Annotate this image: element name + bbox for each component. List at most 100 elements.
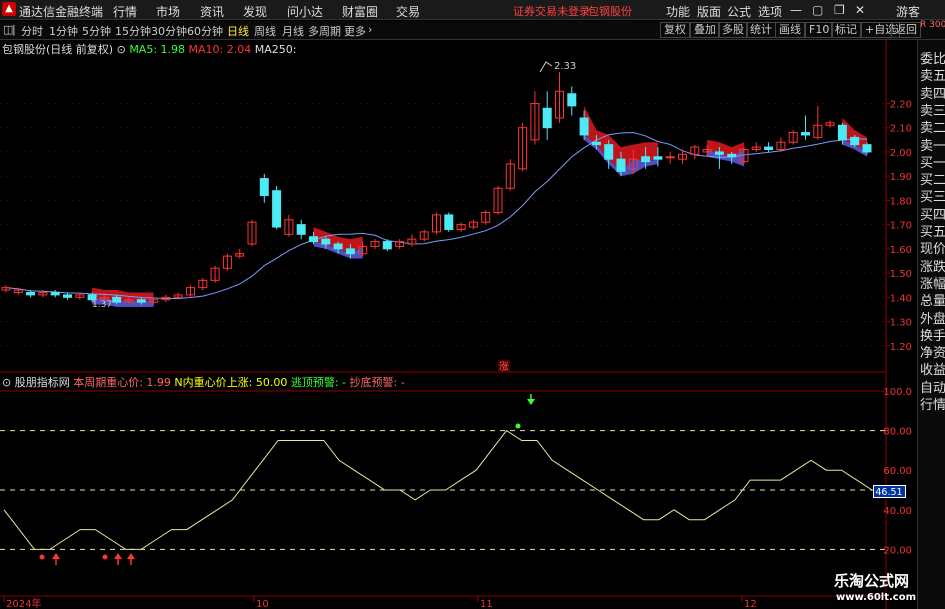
down-arrow-icon: [527, 399, 535, 405]
candle-down: [296, 224, 306, 235]
main-legend: 包钢股份(日线 前复权) ⊙ MA5: 1.98 MA10: 2.04 MA25…: [2, 41, 296, 57]
candle-down: [764, 146, 774, 150]
bottom-dot: [102, 554, 108, 560]
indicator-axis-label: 80.00: [883, 427, 912, 438]
indicator-settings-icon[interactable]: ⊙: [2, 376, 11, 389]
side-item-12[interactable]: 涨跌: [920, 256, 945, 275]
peak-label: 2.33: [554, 61, 576, 72]
indicator-axis-label: 100.0: [883, 387, 912, 398]
low-label: 1.37: [92, 300, 112, 310]
candle-down: [87, 294, 97, 301]
side-item-4[interactable]: 卖二: [920, 117, 945, 136]
candle-down: [591, 141, 601, 146]
indicator-value-2: N内重心价上涨: 50.00: [174, 376, 288, 389]
side-item-18[interactable]: 收益: [920, 359, 945, 378]
candle-down: [50, 291, 60, 296]
candle-down: [567, 93, 577, 107]
indicator-value-4: 抄底预警: -: [349, 376, 405, 389]
candle-down: [309, 236, 318, 243]
side-item-2[interactable]: 卖四: [920, 83, 945, 102]
side-item-14[interactable]: 总量: [920, 290, 945, 309]
price-axis-label: 1.30: [890, 318, 912, 329]
candle-down: [333, 243, 343, 250]
ma10-label: MA10: 2.04: [188, 43, 252, 56]
kline-chart[interactable]: 2.20 2.10 2.00 1.90 1.80 1.70 1.60 1.50 1.40 1.30…: [0, 0, 945, 609]
up-arrow-icon: [52, 553, 60, 559]
watermark: 乐淘公式网: [834, 572, 910, 590]
time-axis-label: 10: [256, 599, 269, 609]
price-axis-label: 1.60: [890, 245, 912, 256]
time-axis-label: 12: [744, 599, 757, 609]
price-axis-label: 1.90: [890, 172, 912, 183]
main-legend-title: 包钢股份(日线 前复权): [2, 43, 114, 56]
side-item-17[interactable]: 净资: [920, 342, 945, 361]
price-axis-label: 1.70: [890, 221, 912, 232]
candle-down: [63, 294, 72, 298]
side-item-8[interactable]: 买三: [920, 186, 945, 205]
candle-down: [727, 153, 737, 158]
side-item-15[interactable]: 外盘: [920, 308, 945, 327]
candle-down: [345, 248, 355, 255]
side-item-6[interactable]: 买一: [920, 152, 945, 171]
price-axis-label: 1.40: [890, 293, 912, 304]
candle-down: [542, 107, 552, 129]
candle-down: [850, 136, 860, 146]
candle-down: [272, 190, 282, 228]
indicator-legend: ⊙ 股朋指标网 本周期重心价: 1.99 N内重心价上涨: 50.00 逃顶预警…: [2, 374, 405, 390]
side-panel: R 300 委比 卖五 卖四 卖三 卖二 卖一 买一 买二 买三 买四 买五 现价 涨跌 涨幅 总量 外盘 换手…: [917, 20, 945, 609]
price-axis-label: 1.20: [890, 342, 912, 353]
side-item-20[interactable]: 行情: [920, 394, 945, 413]
candle-down: [837, 124, 847, 141]
candle-down: [444, 214, 454, 230]
bottom-dot: [39, 554, 45, 560]
side-item-16[interactable]: 换手: [920, 325, 945, 344]
side-item-19[interactable]: 自动: [920, 377, 945, 396]
candle-down: [259, 178, 269, 197]
candle-down: [862, 144, 872, 153]
up-arrow-icon: [114, 553, 122, 559]
candle-down: [653, 156, 663, 160]
candle-down: [26, 291, 36, 296]
side-item-1[interactable]: 卖五: [920, 65, 945, 84]
peak-marker: [539, 61, 553, 73]
price-axis-label: 2.20: [890, 99, 912, 110]
watermark-url: www.60lt.com: [836, 592, 917, 603]
zhang-label: 涨: [499, 361, 509, 373]
side-item-10[interactable]: 买五: [920, 221, 945, 240]
indicator-axis-label: 60.00: [883, 466, 912, 477]
ma250-label: MA250:: [254, 43, 297, 56]
side-item-13[interactable]: 涨幅: [920, 273, 945, 292]
candle-down: [714, 151, 724, 155]
side-item-3[interactable]: 卖三: [920, 100, 945, 119]
time-axis-label: 11: [480, 599, 493, 609]
candle-up: [665, 156, 675, 159]
side-item-9[interactable]: 买四: [920, 204, 945, 223]
price-axis-label: 1.80: [890, 196, 912, 207]
top-dot: [515, 423, 521, 429]
candle-down: [112, 296, 122, 303]
indicator-name[interactable]: 股朋指标网: [15, 376, 70, 389]
price-axis-label: 2.10: [890, 124, 912, 135]
current-value-text: 46.51: [875, 487, 902, 498]
price-axis-label: 2.00: [890, 148, 912, 159]
side-item-0[interactable]: 委比: [920, 48, 945, 67]
side-item-7[interactable]: 买二: [920, 169, 945, 188]
candle-down: [604, 144, 614, 160]
indicator-axis-label: 20.00: [883, 545, 912, 556]
candle-down: [136, 299, 146, 303]
settings-circle-icon[interactable]: ⊙: [117, 43, 126, 56]
candle-down: [579, 117, 589, 136]
ma5-label: MA5: 1.98: [129, 43, 186, 56]
candle-down: [321, 238, 331, 245]
price-axis-label: 1.50: [890, 269, 912, 280]
side-item-11[interactable]: 现价: [920, 238, 945, 257]
side-item-5[interactable]: 卖一: [920, 135, 945, 154]
side-top-label: R 300: [920, 20, 945, 30]
indicator-axis-label: 40.00: [883, 506, 912, 517]
candle-down: [616, 158, 626, 172]
indicator-value-1: 本周期重心价: 1.99: [73, 376, 171, 389]
time-axis-label: 2024年: [6, 597, 41, 609]
up-arrow-icon: [127, 553, 135, 559]
candle-down: [641, 156, 651, 163]
indicator-value-3: 逃顶预警: -: [290, 376, 347, 389]
